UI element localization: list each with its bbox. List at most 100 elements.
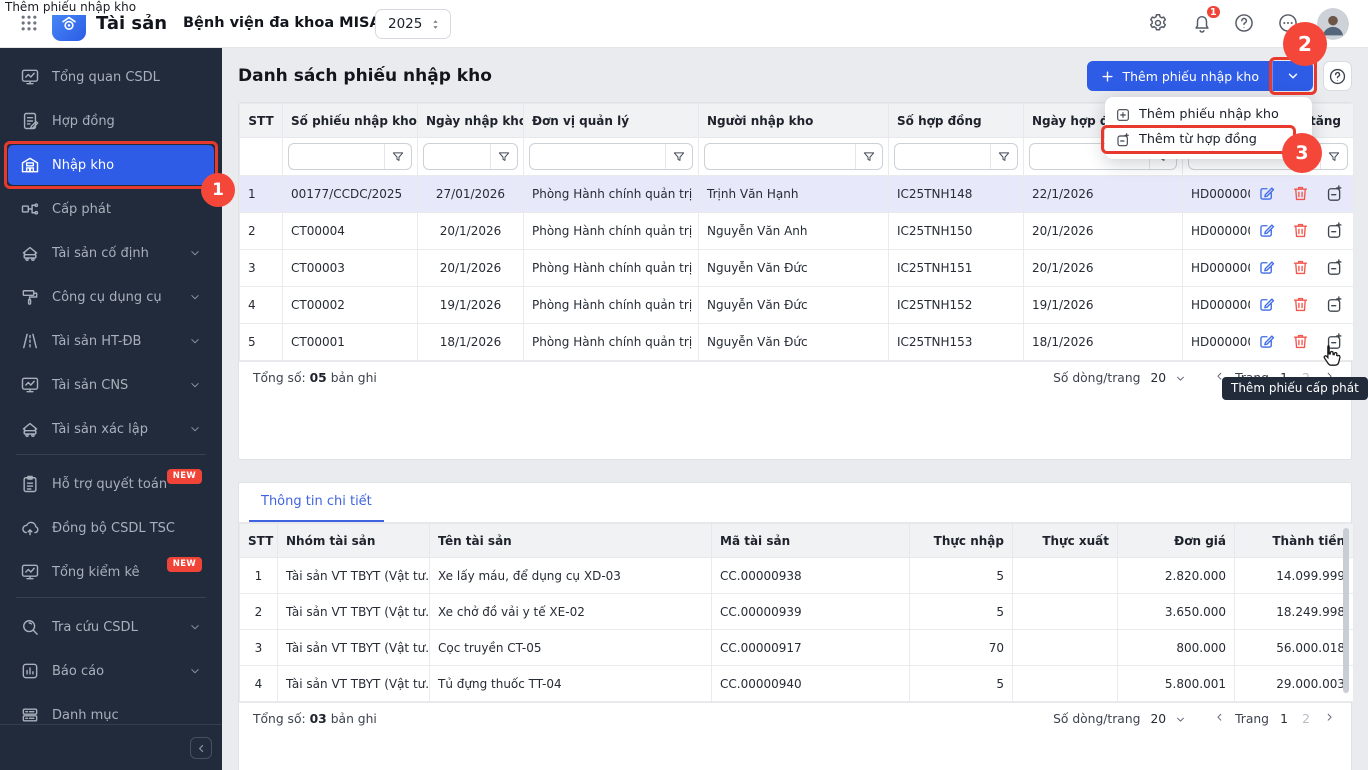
row-actions xyxy=(1250,295,1344,315)
column-header: Thành tiền xyxy=(1235,524,1354,558)
delete-button[interactable] xyxy=(1290,258,1310,278)
sidebar-item-7[interactable]: Tài sản CNS xyxy=(8,365,214,405)
delete-icon xyxy=(1291,221,1310,240)
cell-unit: Phòng Hành chính quản trị xyxy=(524,213,699,250)
add-allocation-voucher-button[interactable] xyxy=(1324,332,1344,352)
sidebar-item-9[interactable]: Hỗ trợ quyết toánNEW xyxy=(8,464,214,504)
table-row[interactable]: 2CT0000420/1/2026Phòng Hành chính quản t… xyxy=(240,213,1354,250)
cell-qty_out xyxy=(1013,666,1118,702)
delete-icon xyxy=(1291,258,1310,277)
edit-button[interactable] xyxy=(1256,184,1276,204)
dropdown-item-label: Thêm phiếu nhập kho xyxy=(1139,107,1279,122)
chevron-down-icon[interactable] xyxy=(1174,713,1187,726)
filter-input[interactable] xyxy=(423,143,518,170)
sidebar-item-2[interactable]: Nhập kho xyxy=(8,145,214,185)
table-row[interactable]: 3CT0000320/1/2026Phòng Hành chính quản t… xyxy=(240,250,1354,287)
help-circle-icon[interactable] xyxy=(1232,12,1256,36)
sidebar-item-5[interactable]: Công cụ dụng cụ xyxy=(8,277,214,317)
sidebar-collapse-button[interactable] xyxy=(190,737,212,759)
table-row[interactable]: 3Tài sản VT TBYT (Vật tư...Cọc truyền CT… xyxy=(240,630,1354,666)
add-allocation-voucher-button[interactable] xyxy=(1324,221,1344,241)
column-header: Thực nhập xyxy=(910,524,1013,558)
chevron-down-icon[interactable] xyxy=(1174,372,1187,385)
cell-qty_out xyxy=(1013,594,1118,630)
action-tooltip: Thêm phiếu cấp phát xyxy=(1222,377,1368,400)
cell-code: CT00002 xyxy=(283,287,418,324)
dropdown-item-0[interactable]: Thêm phiếu nhập kho xyxy=(1105,102,1312,127)
cell-contract_date: 22/1/2026 xyxy=(1024,176,1183,213)
table-row[interactable]: 100177/CCDC/202527/01/2026Phòng Hành chí… xyxy=(240,176,1354,213)
dropdown-item-1[interactable]: Thêm từ hợp đồng xyxy=(1105,127,1312,152)
filter-input[interactable] xyxy=(288,143,412,170)
rows-per-page-label: Số dòng/trang xyxy=(1053,712,1140,726)
cloud-sync-icon xyxy=(20,518,40,538)
cell-code: CT00004 xyxy=(283,213,418,250)
filter-input[interactable] xyxy=(894,143,1018,170)
cell-stt: 5 xyxy=(240,324,283,361)
total-label: Tổng số: xyxy=(253,712,306,726)
page-number-1[interactable]: 1 xyxy=(1277,712,1291,726)
delete-button[interactable] xyxy=(1290,221,1310,241)
sidebar-item-11[interactable]: Tổng kiểm kêNEW xyxy=(8,552,214,592)
edit-button[interactable] xyxy=(1256,221,1276,241)
delete-button[interactable] xyxy=(1290,332,1310,352)
divider xyxy=(16,597,206,598)
sidebar-item-8[interactable]: Tài sản xác lập xyxy=(8,409,214,449)
page-number-2[interactable]: 2 xyxy=(1299,712,1313,726)
total-label: Tổng số: xyxy=(253,371,306,385)
tab-detail-info[interactable]: Thông tin chi tiết xyxy=(249,483,384,522)
rows-per-page-select[interactable]: 20 xyxy=(1150,712,1166,726)
app-grid-icon[interactable] xyxy=(18,13,40,35)
stepper-icon[interactable] xyxy=(429,18,442,31)
sidebar-item-0[interactable]: Tổng quan CSDL xyxy=(8,57,214,97)
scrollbar-thumb[interactable] xyxy=(1343,528,1349,693)
catalog-icon xyxy=(20,705,40,725)
prev-page-button[interactable] xyxy=(1211,711,1227,727)
cell-group: Tài sản VT TBYT (Vật tư... xyxy=(278,666,430,702)
gear-icon[interactable] xyxy=(1146,12,1170,36)
fixed-asset-icon xyxy=(20,243,40,263)
table-row[interactable]: 1Tài sản VT TBYT (Vật tư...Xe lấy máu, đ… xyxy=(240,558,1354,594)
chevron-down-icon xyxy=(188,290,202,304)
sidebar-item-10[interactable]: Đồng bộ CSDL TSC xyxy=(8,508,214,548)
cell-qty_out xyxy=(1013,630,1118,666)
cell-person: Nguyễn Văn Đức xyxy=(699,287,889,324)
year-select[interactable]: 2025 xyxy=(375,9,451,39)
table-row[interactable]: 5CT0000118/1/2026Phòng Hành chính quản t… xyxy=(240,324,1354,361)
edit-button[interactable] xyxy=(1256,258,1276,278)
column-header: Mã tài sản xyxy=(712,524,910,558)
edit-button[interactable] xyxy=(1256,332,1276,352)
detail-card: Thông tin chi tiết STTNhóm tài sảnTên tà… xyxy=(238,482,1352,770)
filter-input[interactable] xyxy=(704,143,883,170)
help-button[interactable] xyxy=(1323,61,1352,91)
edit-icon xyxy=(1257,184,1276,203)
add-receipt-button[interactable]: Thêm phiếu nhập kho xyxy=(1087,61,1272,91)
sidebar-item-13[interactable]: Báo cáo xyxy=(8,651,214,691)
table-row[interactable]: 2Tài sản VT TBYT (Vật tư...Xe chở đồ vải… xyxy=(240,594,1354,630)
sidebar-item-label: Tài sản CNS xyxy=(52,378,128,393)
filter-input[interactable] xyxy=(529,143,693,170)
sidebar-item-label: Nhập kho xyxy=(52,158,114,173)
edit-icon xyxy=(1257,258,1276,277)
sidebar-item-6[interactable]: Tài sản HT-ĐB xyxy=(8,321,214,361)
table-row[interactable]: 4CT0000219/1/2026Phòng Hành chính quản t… xyxy=(240,287,1354,324)
cell-contract: IC25TNH151 xyxy=(889,250,1024,287)
sidebar-item-3[interactable]: Cấp phát xyxy=(8,189,214,229)
delete-button[interactable] xyxy=(1290,184,1310,204)
cell-amount: 56.000.018 xyxy=(1235,630,1354,666)
rows-per-page-select[interactable]: 20 xyxy=(1150,371,1166,385)
cell-unit: Phòng Hành chính quản trị xyxy=(524,287,699,324)
delete-button[interactable] xyxy=(1290,295,1310,315)
sidebar-item-12[interactable]: Tra cứu CSDL xyxy=(8,607,214,647)
annotation-step-2: 2 xyxy=(1283,22,1327,66)
add-allocation-voucher-button[interactable] xyxy=(1324,295,1344,315)
sidebar-item-4[interactable]: Tài sản cố định xyxy=(8,233,214,273)
chevron-down-icon xyxy=(188,422,202,436)
edit-button[interactable] xyxy=(1256,295,1276,315)
add-allocation-voucher-button[interactable] xyxy=(1324,184,1344,204)
sidebar-item-1[interactable]: Hợp đồng xyxy=(8,101,214,141)
next-page-button[interactable] xyxy=(1321,711,1337,727)
add-allocation-voucher-button[interactable] xyxy=(1324,258,1344,278)
plus-icon xyxy=(1100,69,1115,84)
table-row[interactable]: 4Tài sản VT TBYT (Vật tư...Tủ đựng thuốc… xyxy=(240,666,1354,702)
